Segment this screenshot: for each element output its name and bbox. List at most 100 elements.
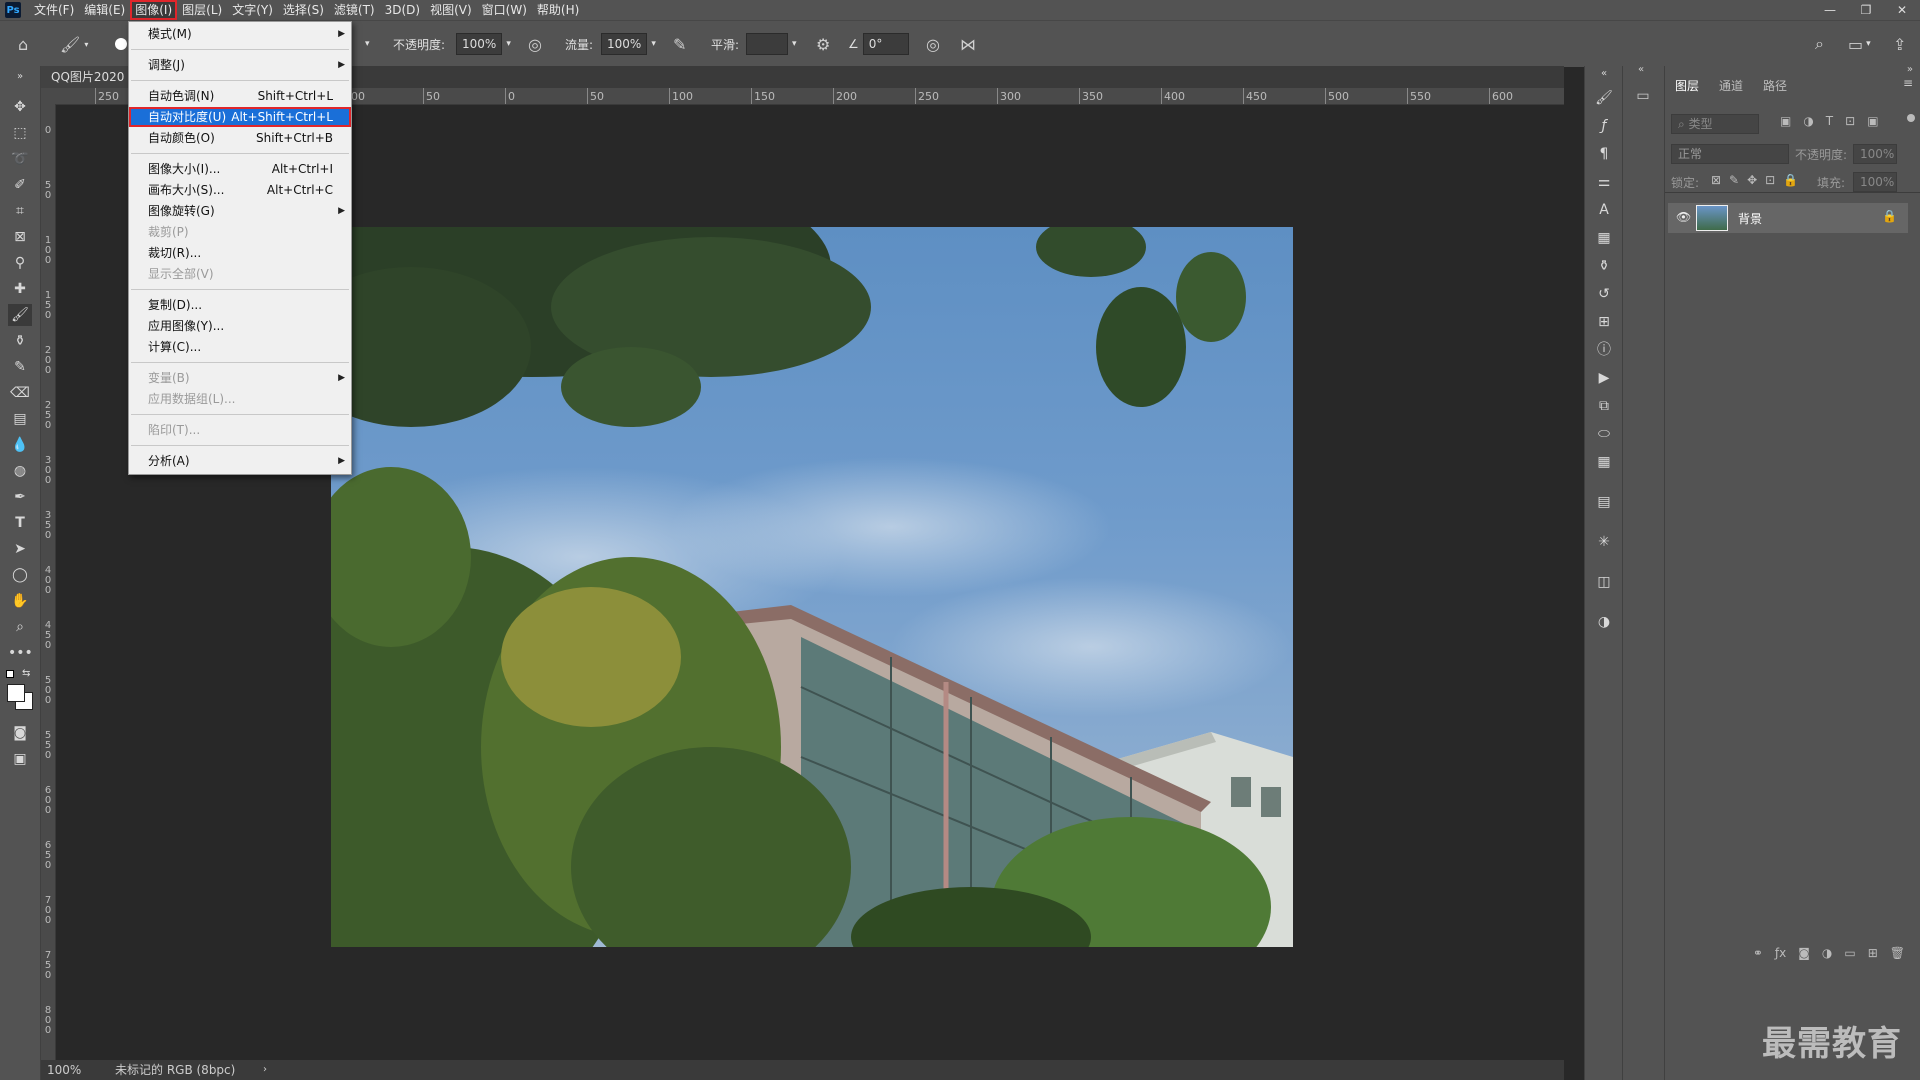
- smooth-input[interactable]: [746, 33, 788, 55]
- path-select-tool-icon[interactable]: ➤: [8, 538, 32, 560]
- fill-input[interactable]: 100%: [1853, 172, 1897, 192]
- airbrush-icon[interactable]: ✎: [673, 21, 686, 67]
- brush-tool-icon[interactable]: 🖌: [8, 304, 32, 326]
- navigator-icon[interactable]: ◫: [1594, 572, 1614, 592]
- swap-colors-icon[interactable]: ⇆: [22, 668, 30, 679]
- properties-icon[interactable]: ▦: [1594, 228, 1614, 248]
- menu-10[interactable]: 帮助(H): [532, 0, 584, 20]
- menu-item[interactable]: 裁切(R)...: [129, 243, 351, 263]
- opacity-dropdown-icon[interactable]: ▾: [506, 39, 511, 49]
- delete-layer-icon[interactable]: 🗑: [1890, 946, 1905, 970]
- angle-input[interactable]: 0°: [862, 33, 909, 55]
- ellipse-tool-icon[interactable]: ◯: [8, 564, 32, 586]
- menu-4[interactable]: 文字(Y): [227, 0, 278, 20]
- opacity-control[interactable]: 100% ▾: [456, 21, 511, 67]
- brush-size-preview[interactable]: [115, 21, 127, 67]
- panel-tab-1[interactable]: 通道: [1709, 76, 1753, 96]
- timeline-icon[interactable]: ✳: [1594, 532, 1614, 552]
- layer-row-background[interactable]: 👁 背景 🔒: [1668, 203, 1908, 233]
- more-tools-icon[interactable]: •••: [8, 642, 33, 664]
- eraser-tool-icon[interactable]: ⌫: [8, 382, 32, 404]
- panel-tab-2[interactable]: 路径: [1753, 76, 1797, 96]
- clone-source-icon[interactable]: ⚱: [1594, 256, 1614, 276]
- history-icon[interactable]: ↺: [1594, 284, 1614, 304]
- restore-icon[interactable]: ❐: [1848, 0, 1884, 20]
- link-layers-icon[interactable]: ⚭: [1753, 946, 1763, 970]
- zoom-level[interactable]: 100%: [47, 1060, 81, 1080]
- menu-0[interactable]: 文件(F): [29, 0, 79, 20]
- status-arrow-icon[interactable]: ›: [263, 1060, 267, 1080]
- blend-mode-select[interactable]: 正常: [1671, 144, 1789, 164]
- collapse-tools-icon[interactable]: »: [8, 66, 32, 88]
- menu-item[interactable]: 自动颜色(O) Shift+Ctrl+B: [129, 128, 351, 148]
- move-tool-icon[interactable]: ✥: [8, 96, 32, 118]
- menu-item[interactable]: 图像大小(I)... Alt+Ctrl+I: [129, 159, 351, 179]
- add-mask-icon[interactable]: ◙: [1798, 946, 1810, 970]
- minimize-icon[interactable]: —: [1812, 0, 1848, 20]
- menu-item[interactable]: 自动对比度(U) Alt+Shift+Ctrl+L: [129, 107, 351, 127]
- pressure-size-icon[interactable]: ◎: [926, 21, 940, 67]
- quick-select-tool-icon[interactable]: ✐: [8, 174, 32, 196]
- actions-play-icon[interactable]: ▶: [1594, 368, 1614, 388]
- menu-item[interactable]: 分析(A) ▶: [129, 451, 351, 471]
- brush-preset-icon[interactable]: 🖌 ▾: [60, 21, 88, 67]
- info-icon[interactable]: ⓘ: [1594, 340, 1614, 360]
- table-icon[interactable]: ▦: [1594, 452, 1614, 472]
- layer-opacity-input[interactable]: 100%: [1853, 144, 1897, 164]
- close-icon[interactable]: ✕: [1884, 0, 1920, 20]
- menu-1[interactable]: 编辑(E): [79, 0, 130, 20]
- type-tool-icon[interactable]: T: [8, 512, 32, 534]
- notes-icon[interactable]: ▤: [1594, 492, 1614, 512]
- styles-icon[interactable]: ⧉: [1594, 396, 1614, 416]
- adjustment-layer-icon[interactable]: ◑: [1822, 946, 1832, 970]
- frame-tool-icon[interactable]: ⊠: [8, 226, 32, 248]
- vertical-ruler[interactable]: 0 5 0 1 0 0 1 5 0 2 0 0 2 5 0 3 0 0 3 5 0 4 0 0 4…: [41, 104, 56, 1060]
- eyedropper-tool-icon[interactable]: ⚲: [8, 252, 32, 274]
- menu-9[interactable]: 窗口(W): [477, 0, 532, 20]
- default-colors-icon[interactable]: [6, 670, 14, 678]
- color-icon[interactable]: ◑: [1594, 612, 1614, 632]
- flow-control[interactable]: 100% ▾: [601, 21, 656, 67]
- share-icon[interactable]: ⇪: [1893, 21, 1906, 67]
- search-icon[interactable]: ⌕: [1815, 21, 1824, 67]
- menu-8[interactable]: 视图(V): [425, 0, 477, 20]
- document-tab[interactable]: QQ图片2020: [41, 66, 136, 88]
- collapse-panels-icon[interactable]: «: [1594, 64, 1614, 84]
- history-brush-tool-icon[interactable]: ✎: [8, 356, 32, 378]
- collapse-layers-icon[interactable]: »: [1907, 64, 1913, 75]
- document-image[interactable]: [331, 227, 1293, 947]
- smooth-dropdown-icon[interactable]: ▾: [792, 39, 797, 49]
- menu-item[interactable]: 计算(C)...: [129, 337, 351, 357]
- menu-2[interactable]: 图像(I): [130, 0, 178, 20]
- hand-tool-icon[interactable]: ✋: [8, 590, 32, 612]
- symmetry-icon[interactable]: ⋈: [960, 21, 976, 67]
- new-layer-icon[interactable]: ⊞: [1868, 946, 1878, 970]
- workspace-icon[interactable]: ▭ ▾: [1848, 21, 1871, 67]
- menu-item[interactable]: 图像旋转(G) ▶: [129, 201, 351, 221]
- layer-name[interactable]: 背景: [1738, 210, 1762, 227]
- screen-mode-icon[interactable]: ▣: [8, 748, 32, 770]
- menu-3[interactable]: 图层(L): [177, 0, 227, 20]
- menu-item[interactable]: 自动色调(N) Shift+Ctrl+L: [129, 86, 351, 106]
- menu-item[interactable]: 调整(J) ▶: [129, 55, 351, 75]
- flow-input[interactable]: 100%: [601, 33, 648, 55]
- angle-control[interactable]: ∠ 0°: [848, 21, 909, 67]
- dodge-tool-icon[interactable]: ◍: [8, 460, 32, 482]
- brush-mode-dropdown[interactable]: ▾: [365, 21, 370, 67]
- layer-filter-input[interactable]: ⌕ 类型: [1671, 114, 1759, 134]
- paragraph-icon[interactable]: ¶: [1594, 144, 1614, 164]
- gear-icon[interactable]: ⚙: [816, 21, 830, 67]
- opacity-input[interactable]: 100%: [456, 33, 503, 55]
- layer-filter-icons[interactable]: ▣◑T⊡▣: [1780, 114, 1891, 128]
- gradient-tool-icon[interactable]: ▤: [8, 408, 32, 430]
- menu-5[interactable]: 选择(S): [278, 0, 329, 20]
- healing-brush-tool-icon[interactable]: ✚: [8, 278, 32, 300]
- pen-tool-icon[interactable]: ✒: [8, 486, 32, 508]
- libraries-icon[interactable]: ⊞: [1594, 312, 1614, 332]
- 3d-icon[interactable]: ⬭: [1594, 424, 1614, 444]
- menu-6[interactable]: 滤镜(T): [329, 0, 380, 20]
- fx-icon[interactable]: ƒ: [1594, 116, 1614, 136]
- panel-menu-icon[interactable]: ≡: [1903, 76, 1913, 90]
- quick-mask-icon[interactable]: ◙: [8, 722, 32, 744]
- collapse-secondary-icon[interactable]: «: [1638, 64, 1644, 75]
